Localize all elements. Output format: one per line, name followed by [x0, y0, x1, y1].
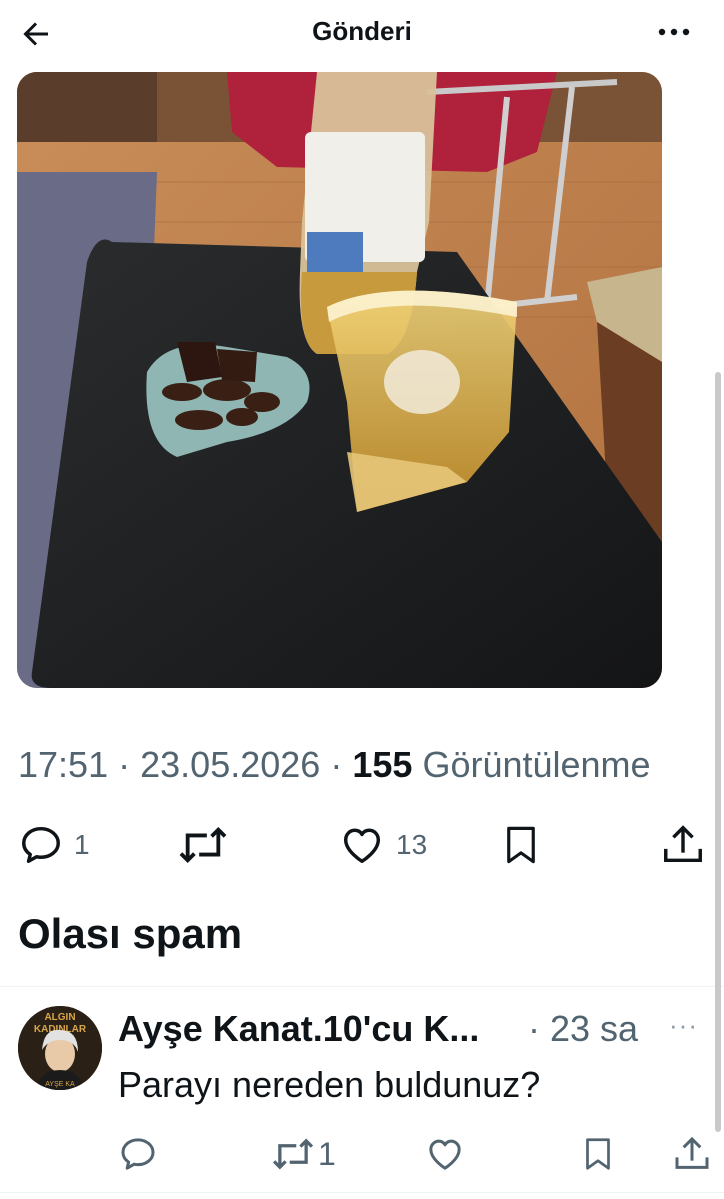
post-photo	[17, 72, 662, 688]
reply-button[interactable]: 1	[18, 822, 90, 868]
like-count: 13	[396, 829, 428, 860]
reply-retweet-count: 1	[318, 1135, 336, 1172]
heart-icon	[343, 828, 381, 864]
reply-icon	[121, 1138, 155, 1170]
reply-retweet-button[interactable]: 1	[270, 1134, 336, 1174]
bookmark-button[interactable]	[500, 822, 542, 868]
reply-time[interactable]: · 23 sa	[528, 1008, 638, 1050]
retweet-icon	[179, 826, 227, 864]
reply-time-separator: ·	[528, 1008, 540, 1049]
reply-bookmark-button[interactable]	[580, 1134, 616, 1174]
share-button[interactable]	[660, 822, 706, 868]
post-date: 23.05.2026	[140, 744, 321, 785]
reply-more-button[interactable]: ···	[669, 1010, 698, 1041]
reply-time-value: 23 sa	[550, 1008, 639, 1049]
reply-author-name[interactable]: Ayşe Kanat.10'cu K...	[118, 1008, 479, 1050]
share-icon	[675, 1136, 709, 1169]
retweet-button[interactable]	[176, 822, 230, 868]
page-title: Gönderi	[312, 16, 412, 46]
divider	[0, 1192, 724, 1193]
meta-separator: ·	[118, 744, 131, 785]
avatar-text-bottom: AYŞE KA	[45, 1081, 75, 1088]
share-icon	[664, 825, 702, 863]
more-horizontal-icon	[658, 28, 690, 36]
avatar-image: ALGIN KADINLAR AYŞE KA	[18, 1006, 102, 1090]
like-button[interactable]: 13	[338, 822, 427, 868]
spam-section-heading: Olası spam	[18, 910, 243, 957]
reply-icon	[22, 826, 60, 864]
avatar[interactable]: ALGIN KADINLAR AYŞE KA	[18, 1006, 102, 1090]
reply-count: 1	[74, 829, 90, 860]
reply-reply-button[interactable]	[118, 1134, 158, 1174]
post-meta: 17:51 · 23.05.2026 · 155 Görüntülenme	[18, 744, 651, 786]
retweet-icon	[272, 1138, 314, 1170]
avatar-text-top: ALGIN	[44, 1012, 75, 1023]
more-options-button[interactable]	[654, 14, 694, 58]
heart-icon	[429, 1139, 461, 1170]
meta-separator: ·	[330, 744, 343, 785]
reply-like-button[interactable]	[424, 1134, 466, 1174]
bookmark-icon	[507, 826, 535, 864]
reply-share-button[interactable]	[672, 1134, 712, 1174]
post-image[interactable]	[17, 72, 662, 688]
divider	[0, 986, 724, 987]
reply-text: Parayı nereden buldunuz?	[118, 1064, 541, 1105]
views-label: Görüntülenme	[422, 744, 651, 785]
post-time: 17:51	[18, 744, 109, 785]
more-horizontal-icon: ···	[669, 1010, 698, 1040]
views-count: 155	[352, 744, 413, 785]
scrollbar[interactable]	[715, 372, 721, 1132]
top-bar: Gönderi	[0, 0, 724, 66]
bookmark-icon	[586, 1138, 610, 1170]
